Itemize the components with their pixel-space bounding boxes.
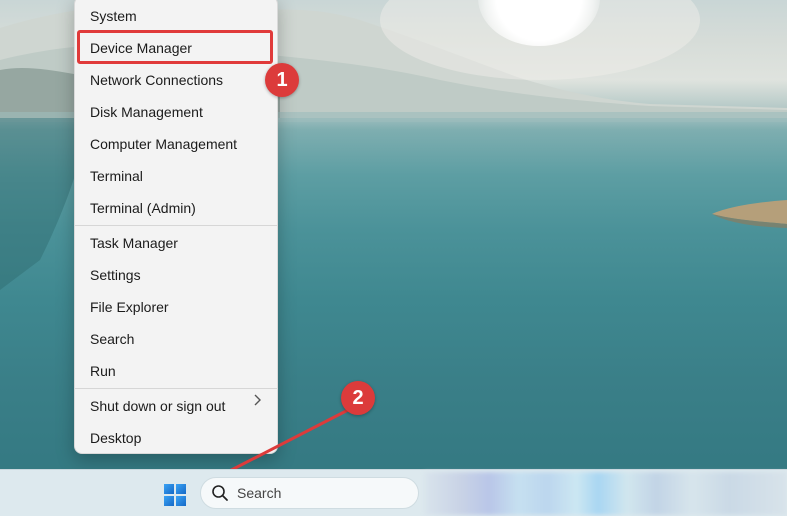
menu-item-network-connections[interactable]: Network Connections (90, 68, 223, 92)
menu-item-terminal[interactable]: Terminal (90, 164, 143, 188)
step-badge-1: 1 (265, 63, 299, 97)
menu-item-task-manager[interactable]: Task Manager (90, 231, 178, 255)
search-icon (212, 485, 228, 501)
start-button[interactable] (160, 479, 190, 509)
menu-item-computer-management[interactable]: Computer Management (90, 132, 237, 156)
menu-item-run[interactable]: Run (90, 359, 116, 383)
menu-item-settings[interactable]: Settings (90, 263, 141, 287)
windows-logo-icon (164, 484, 186, 506)
menu-item-file-explorer[interactable]: File Explorer (90, 295, 169, 319)
menu-separator (75, 225, 277, 226)
taskbar: Search (0, 469, 787, 516)
step-badge-2: 2 (341, 381, 375, 415)
search-placeholder: Search (237, 485, 282, 501)
desktop: System Device Manager Network Connection… (0, 0, 787, 516)
menu-item-shut-down[interactable]: Shut down or sign out (90, 394, 225, 418)
chevron-right-icon (254, 394, 261, 406)
menu-item-desktop[interactable]: Desktop (90, 426, 141, 450)
menu-separator (75, 388, 277, 389)
blurred-taskbar-apps (424, 472, 787, 515)
menu-item-system[interactable]: System (90, 4, 137, 28)
winx-context-menu: System Device Manager Network Connection… (74, 0, 278, 454)
menu-item-search[interactable]: Search (90, 327, 134, 351)
device-manager-highlight (77, 30, 273, 64)
menu-item-terminal-admin[interactable]: Terminal (Admin) (90, 196, 196, 220)
menu-item-disk-management[interactable]: Disk Management (90, 100, 203, 124)
taskbar-search-box[interactable]: Search (200, 477, 419, 509)
